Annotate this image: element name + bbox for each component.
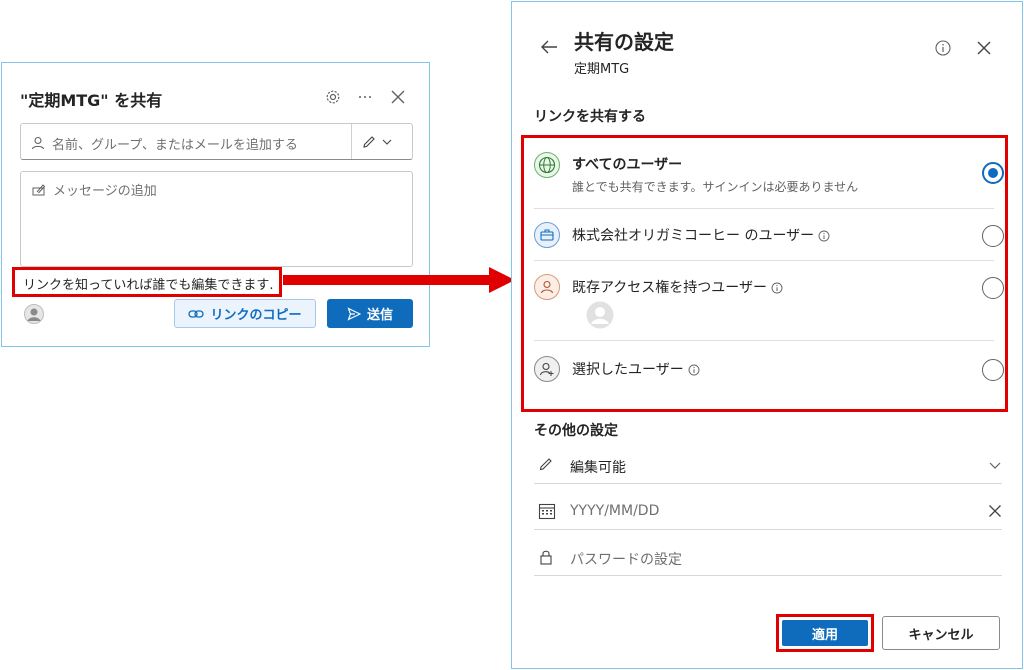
other-settings-heading: その他の設定	[534, 423, 618, 439]
callout-arrow	[283, 267, 515, 293]
calendar-icon	[538, 502, 556, 524]
link-icon	[188, 309, 205, 318]
info-icon[interactable]	[935, 40, 951, 60]
message-placeholder: メッセージの追加	[53, 184, 157, 199]
gear-icon[interactable]	[323, 87, 343, 107]
copy-link-label: リンクのコピー	[210, 308, 302, 323]
option-label: 株式会社オリガミコーヒー のユーザー	[572, 225, 830, 245]
recipients-placeholder: 名前、グループ、またはメールを追加する	[52, 138, 298, 153]
option-anyone[interactable]: すべてのユーザー 誰とでも共有できます。サインインは必要ありません	[534, 144, 1004, 209]
avatar	[586, 301, 614, 333]
permission-dropdown[interactable]	[361, 131, 405, 153]
link-settings-status[interactable]: リンクを知っていれば誰でも編集できます.	[12, 267, 282, 297]
panel-subtitle: 定期MTG	[574, 62, 630, 77]
apply-highlight: 適用	[776, 614, 874, 652]
chevron-down-icon	[382, 139, 392, 145]
option-label: 選択したユーザー	[572, 359, 700, 379]
share-link-heading: リンクを共有する	[534, 109, 646, 125]
apply-button[interactable]: 適用	[782, 620, 868, 646]
message-input[interactable]: メッセージの追加	[20, 171, 413, 267]
send-button[interactable]: 送信	[327, 299, 413, 328]
edit-note-icon	[32, 182, 46, 201]
person-add-icon	[534, 356, 560, 382]
link-settings-panel: 共有の設定 定期MTG リンクを共有する すべてのユーザー 誰とでも共有できます…	[511, 1, 1023, 669]
radio-specific-people[interactable]	[982, 359, 1004, 381]
password-input[interactable]: パスワードの設定	[534, 540, 1002, 576]
cancel-button[interactable]: キャンセル	[882, 616, 1000, 650]
person-icon	[534, 274, 560, 300]
more-icon[interactable]	[355, 87, 375, 107]
option-existing-access[interactable]: 既存アクセス権を持つユーザー	[534, 261, 1004, 341]
avatar	[24, 304, 44, 328]
briefcase-icon	[534, 222, 560, 248]
copy-link-button[interactable]: リンクのコピー	[174, 299, 316, 328]
divider	[351, 124, 352, 159]
link-audience-options: すべてのユーザー 誰とでも共有できます。サインインは必要ありません 株式会社オリ…	[521, 135, 1008, 412]
option-description: 誰とでも共有できます。サインインは必要ありません	[572, 180, 859, 194]
chevron-down-icon	[988, 457, 1002, 476]
radio-anyone[interactable]	[982, 162, 1004, 184]
globe-icon	[534, 152, 560, 178]
lock-icon	[538, 548, 554, 570]
share-dialog-title: "定期MTG" を共有	[20, 91, 163, 110]
permission-select[interactable]: 編集可能	[534, 448, 1002, 484]
send-icon	[347, 306, 361, 321]
back-arrow-icon[interactable]	[540, 39, 558, 59]
info-icon	[818, 230, 830, 242]
clear-icon[interactable]	[988, 503, 1002, 522]
radio-existing-access[interactable]	[982, 277, 1004, 299]
option-label: 既存アクセス権を持つユーザー	[572, 277, 783, 297]
expiration-date-input[interactable]: YYYY/MM/DD	[534, 494, 1002, 530]
send-label: 送信	[366, 308, 393, 323]
option-organization[interactable]: 株式会社オリガミコーヒー のユーザー	[534, 209, 1004, 261]
pencil-icon	[538, 456, 554, 476]
option-specific-people[interactable]: 選択したユーザー	[534, 341, 1004, 399]
date-placeholder: YYYY/MM/DD	[570, 503, 660, 519]
close-icon[interactable]	[388, 87, 408, 107]
share-dialog: "定期MTG" を共有 名前、グループ、またはメールを追加する メッセージの追加…	[1, 62, 430, 347]
close-icon[interactable]	[976, 40, 992, 60]
radio-organization[interactable]	[982, 225, 1004, 247]
person-icon	[31, 135, 45, 154]
permission-value: 編集可能	[570, 460, 626, 476]
password-placeholder: パスワードの設定	[570, 552, 682, 568]
pencil-icon	[363, 136, 375, 148]
info-icon	[771, 282, 783, 294]
info-icon	[688, 364, 700, 376]
recipients-input[interactable]: 名前、グループ、またはメールを追加する	[20, 123, 413, 160]
panel-title: 共有の設定	[574, 30, 674, 54]
option-label: すべてのユーザー	[572, 157, 683, 173]
